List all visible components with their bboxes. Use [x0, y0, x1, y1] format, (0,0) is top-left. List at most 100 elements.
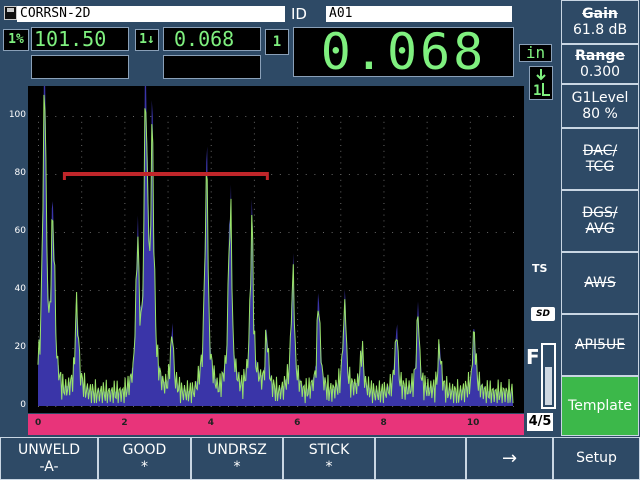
grid-dot	[426, 272, 428, 274]
grid-dot	[158, 290, 160, 291]
grid-dot	[193, 406, 195, 407]
grid-dot	[124, 353, 126, 355]
grid-dot	[392, 116, 394, 117]
grid-dot	[297, 290, 299, 291]
grid-dot	[210, 191, 212, 193]
grid-dot	[124, 272, 126, 274]
grid-dot	[236, 116, 238, 117]
grid-dot	[383, 243, 385, 245]
grid-dot	[469, 197, 471, 199]
grid-dot	[418, 406, 419, 407]
grid-dot	[426, 191, 428, 193]
grid-dot	[184, 406, 186, 407]
grid-dot	[167, 406, 169, 407]
grid-dot	[469, 249, 471, 251]
save-icon	[4, 6, 17, 20]
grid-dot	[383, 139, 385, 141]
grid-dot	[124, 156, 126, 158]
grid-dot	[331, 116, 333, 117]
grid-dot	[383, 290, 385, 291]
grid-dot	[469, 290, 471, 291]
dac-tcg-button[interactable]: DAC/ TCG	[561, 128, 639, 190]
next-arrow-button[interactable]: →	[466, 437, 553, 480]
grid-dot	[202, 406, 204, 407]
grid-dot	[219, 348, 221, 349]
grid-dot	[98, 406, 100, 407]
grid-dot	[469, 342, 471, 344]
grid-dot	[236, 406, 238, 407]
grid-dot	[124, 313, 126, 315]
grid-dot	[426, 348, 428, 349]
grid-dot	[184, 290, 186, 291]
template-button[interactable]: Template	[561, 376, 639, 436]
grid-dot	[383, 203, 385, 204]
grid-dot	[383, 272, 385, 274]
grid-dot	[469, 174, 471, 175]
grid-dot	[124, 139, 126, 141]
gate-start-marker[interactable]	[62, 172, 66, 180]
g1level-button[interactable]: G1Level 80 %	[561, 84, 639, 128]
ascan-svg	[37, 72, 514, 407]
grid-dot	[409, 406, 411, 407]
grid-dot	[340, 290, 342, 291]
aws-button[interactable]: AWS	[561, 252, 639, 314]
depth-icon: 1↓	[135, 29, 159, 51]
grid-dot	[392, 232, 394, 233]
gate-bar[interactable]	[63, 172, 267, 176]
grid-dot	[495, 174, 497, 175]
grid-dot	[245, 232, 247, 233]
grid-dot	[219, 116, 221, 117]
grid-dot	[409, 232, 411, 233]
grid-dot	[340, 208, 342, 210]
grid-dot	[469, 348, 471, 349]
battery-icon	[541, 343, 556, 409]
setup-button[interactable]: Setup	[553, 437, 640, 480]
stick-button[interactable]: STICK *	[283, 437, 375, 480]
measure-mode-icon[interactable]: 1	[529, 66, 553, 100]
grid-dot	[426, 185, 428, 187]
grid-dot	[340, 232, 342, 233]
grid-dot	[469, 365, 471, 367]
grid-dot	[392, 348, 394, 349]
grid-dot	[297, 301, 299, 303]
grid-dot	[340, 272, 342, 274]
grid-dot	[124, 330, 126, 332]
grid-dot	[426, 243, 428, 245]
grid-dot	[478, 406, 480, 407]
api5ue-button[interactable]: API5UE	[561, 314, 639, 376]
grid-dot	[383, 336, 385, 338]
range-button[interactable]: Range 0.300	[561, 44, 639, 84]
g1level-label: G1Level	[571, 90, 629, 106]
grid-dot	[167, 261, 169, 262]
grid-dot	[81, 197, 83, 199]
grid-dot	[469, 191, 471, 193]
file-name-field[interactable]: CORRSN-2D	[17, 6, 285, 22]
grid-dot	[478, 174, 480, 175]
dgs-avg-button[interactable]: DGS/ AVG	[561, 190, 639, 252]
gate-end-marker[interactable]	[265, 172, 269, 180]
empty-button[interactable]	[375, 437, 466, 480]
grid-dot	[167, 266, 169, 268]
grid-dot	[158, 116, 160, 117]
grid-dot	[348, 406, 350, 407]
grid-dot	[176, 406, 178, 407]
undrsz-button[interactable]: UNDRSZ *	[191, 437, 283, 480]
grid-dot	[253, 313, 255, 315]
grid-dot	[81, 133, 83, 135]
grid-dot	[81, 168, 83, 170]
grid-dot	[38, 226, 39, 228]
grid-dot	[253, 261, 255, 262]
grid-dot	[55, 116, 57, 117]
grid-dot	[124, 179, 126, 181]
grid-dot	[340, 278, 342, 280]
grid-dot	[297, 406, 299, 407]
grid-dot	[115, 116, 117, 117]
grid-dot	[81, 191, 83, 193]
grid-dot	[38, 249, 39, 251]
unweld-button[interactable]: UNWELD -A-	[0, 437, 98, 480]
id-field[interactable]: A01	[326, 6, 512, 22]
good-button[interactable]: GOOD *	[98, 437, 191, 480]
gain-button[interactable]: Gain 61.8 dB	[561, 0, 639, 44]
grid-dot	[426, 116, 428, 117]
grid-dot	[392, 174, 394, 175]
